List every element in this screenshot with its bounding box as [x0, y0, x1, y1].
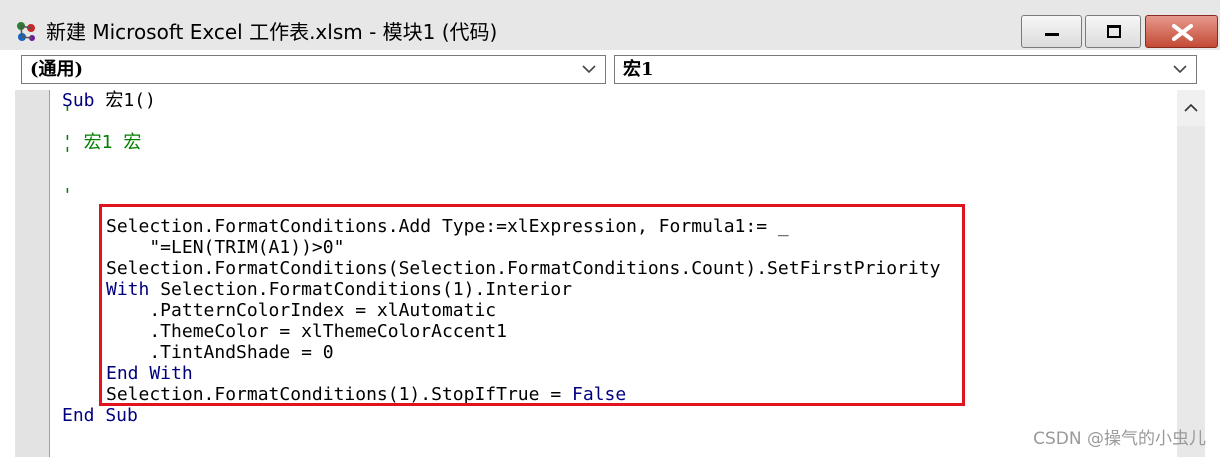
window-frame-right	[1205, 90, 1220, 457]
scroll-up-button[interactable]	[1177, 90, 1205, 126]
maximize-button[interactable]	[1085, 15, 1141, 48]
code-text: 宏1()	[94, 90, 156, 111]
chevron-down-icon	[582, 65, 596, 74]
code-line-sub: Sub 宏1()	[62, 90, 156, 111]
minimize-button[interactable]	[1021, 15, 1082, 48]
chevron-up-icon	[1184, 103, 1198, 112]
object-dropdown[interactable]: (通用)	[21, 55, 606, 84]
code-line-comment: ' 宏1 宏	[62, 132, 142, 153]
close-button[interactable]	[1145, 15, 1218, 48]
vba-project-icon	[17, 22, 35, 41]
maximize-icon	[1107, 25, 1121, 38]
vertical-scrollbar[interactable]	[1177, 90, 1205, 457]
code-line-comment: '	[62, 144, 73, 165]
code-line-end-sub: End Sub	[62, 405, 138, 426]
procedure-dropdown[interactable]: 宏1	[614, 55, 1197, 84]
highlight-annotation-box	[99, 204, 965, 406]
code-line-comment: '	[62, 185, 73, 206]
code-line-comment: '	[62, 103, 73, 124]
margin-indicator-bar	[15, 90, 50, 457]
watermark: CSDN @操气的小虫儿	[1033, 429, 1206, 449]
window-title: 新建 Microsoft Excel 工作表.xlsm - 模块1 (代码)	[46, 20, 498, 44]
minimize-icon	[1045, 33, 1059, 36]
title-bar: 新建 Microsoft Excel 工作表.xlsm - 模块1 (代码)	[0, 0, 1220, 50]
close-icon	[1172, 24, 1193, 41]
chevron-down-icon	[1173, 65, 1187, 74]
procedure-dropdown-value: 宏1	[623, 59, 654, 80]
object-dropdown-value: (通用)	[30, 59, 84, 80]
